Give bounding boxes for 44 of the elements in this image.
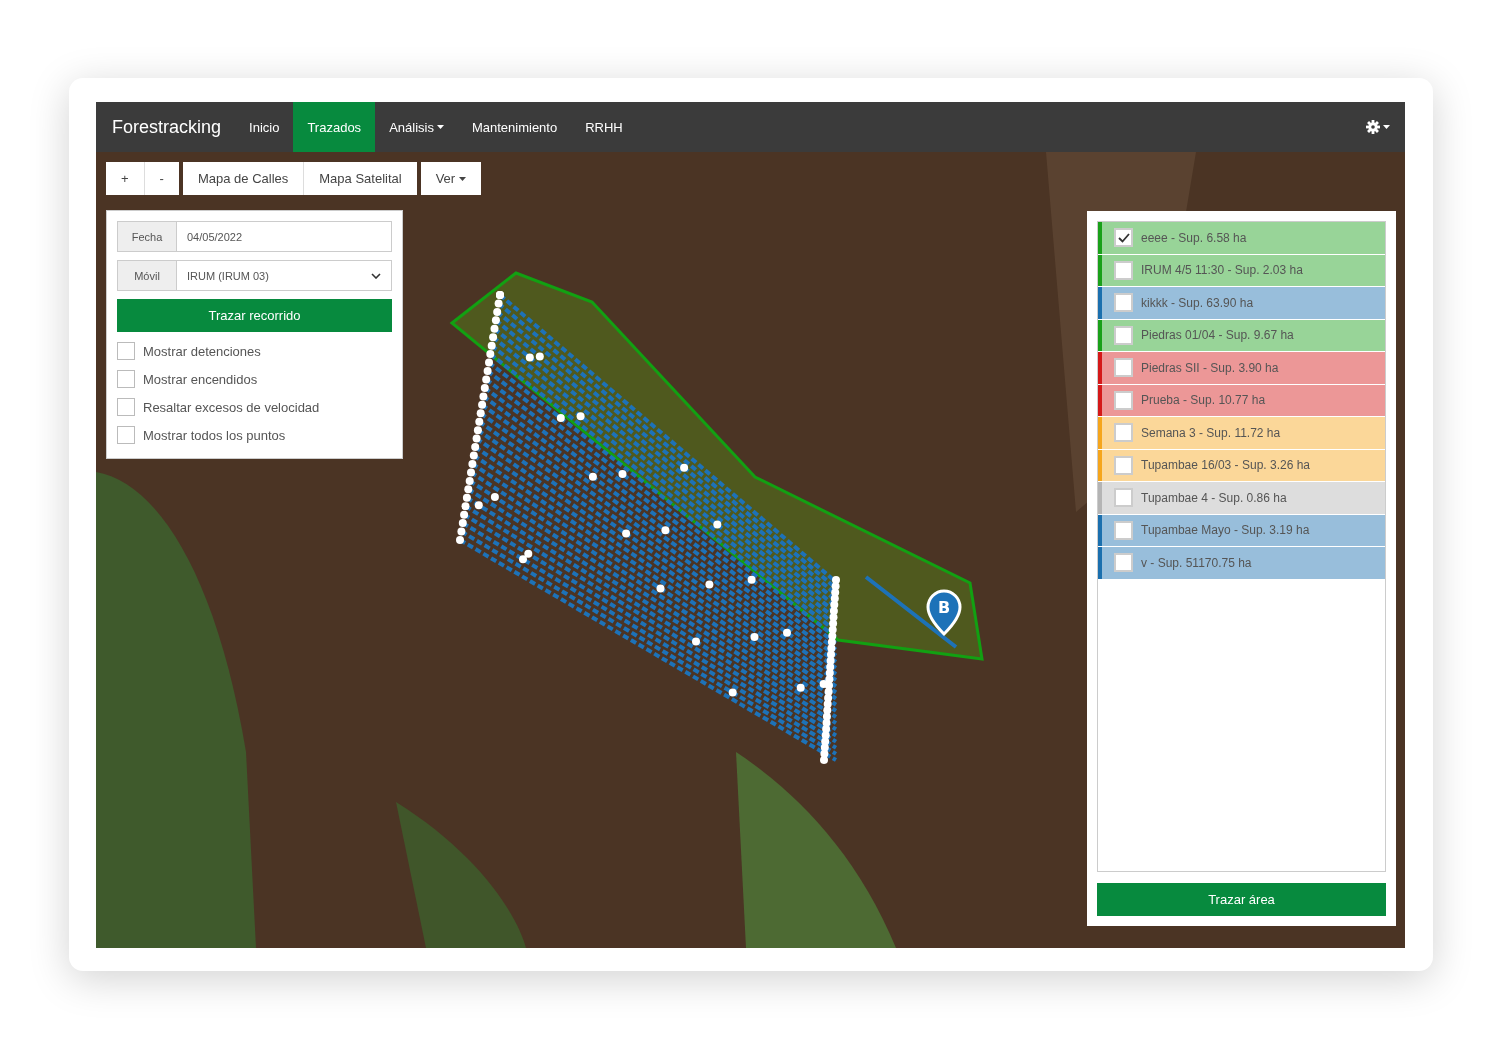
- checkbox[interactable]: [117, 398, 135, 416]
- area-item[interactable]: Semana 3 - Sup. 11.72 ha: [1098, 417, 1385, 449]
- checkbox[interactable]: [1114, 228, 1133, 248]
- area-item[interactable]: eeee - Sup. 6.58 ha: [1098, 222, 1385, 254]
- trace-area-button[interactable]: Trazar área: [1097, 883, 1386, 916]
- date-field[interactable]: Fecha 04/05/2022: [117, 221, 392, 252]
- settings-icon: [1366, 120, 1380, 134]
- brand-title[interactable]: Forestracking: [96, 102, 236, 152]
- checkbox[interactable]: [1114, 553, 1133, 573]
- checkbox[interactable]: [117, 426, 135, 444]
- nav-tab[interactable]: RRHH: [571, 102, 637, 152]
- option-label[interactable]: Resaltar excesos de velocidad: [143, 399, 320, 415]
- area-item[interactable]: Tupambae 4 - Sup. 0.86 ha: [1098, 482, 1385, 514]
- map-marker[interactable]: B: [926, 589, 962, 636]
- checkbox[interactable]: [117, 370, 135, 388]
- checkbox[interactable]: [1114, 520, 1133, 540]
- vehicle-select[interactable]: Móvil IRUM (IRUM 03): [117, 260, 392, 291]
- checkbox[interactable]: [117, 342, 135, 360]
- checkbox[interactable]: [1114, 423, 1133, 443]
- area-item[interactable]: Tupambae Mayo - Sup. 3.19 ha: [1098, 514, 1385, 546]
- nav-tab[interactable]: Análisis: [375, 102, 458, 152]
- checkbox[interactable]: [1114, 260, 1133, 280]
- checkbox[interactable]: [1114, 488, 1133, 508]
- area-item[interactable]: Tupambae 16/03 - Sup. 3.26 ha: [1098, 449, 1385, 481]
- caret-icon: [459, 176, 467, 181]
- area-item[interactable]: IRUM 4/5 11:30 - Sup. 2.03 ha: [1098, 254, 1385, 286]
- check-icon: [1117, 232, 1130, 243]
- checkbox[interactable]: [1114, 325, 1133, 345]
- trace-route-button[interactable]: Trazar recorrido: [117, 299, 392, 332]
- nav-tab[interactable]: Trazados: [293, 102, 376, 152]
- option-label[interactable]: Mostrar todos los puntos: [143, 427, 286, 443]
- nav-tab[interactable]: Inicio: [235, 102, 294, 152]
- option-label[interactable]: Mostrar encendidos: [143, 371, 258, 387]
- area-item[interactable]: v - Sup. 51170.75 ha: [1098, 547, 1385, 579]
- checkbox[interactable]: [1114, 293, 1133, 313]
- checkbox[interactable]: [1114, 390, 1133, 410]
- caret-icon: [1383, 125, 1390, 129]
- area-item[interactable]: Piedras 01/04 - Sup. 9.67 ha: [1098, 319, 1385, 351]
- checkbox[interactable]: [1114, 358, 1133, 378]
- nav-tab[interactable]: Mantenimiento: [457, 102, 572, 152]
- option-label[interactable]: Mostrar detenciones: [143, 343, 261, 359]
- checkbox[interactable]: [1114, 455, 1133, 475]
- area-item[interactable]: kikkk - Sup. 63.90 ha: [1098, 287, 1385, 319]
- chevron-icon: [371, 272, 381, 279]
